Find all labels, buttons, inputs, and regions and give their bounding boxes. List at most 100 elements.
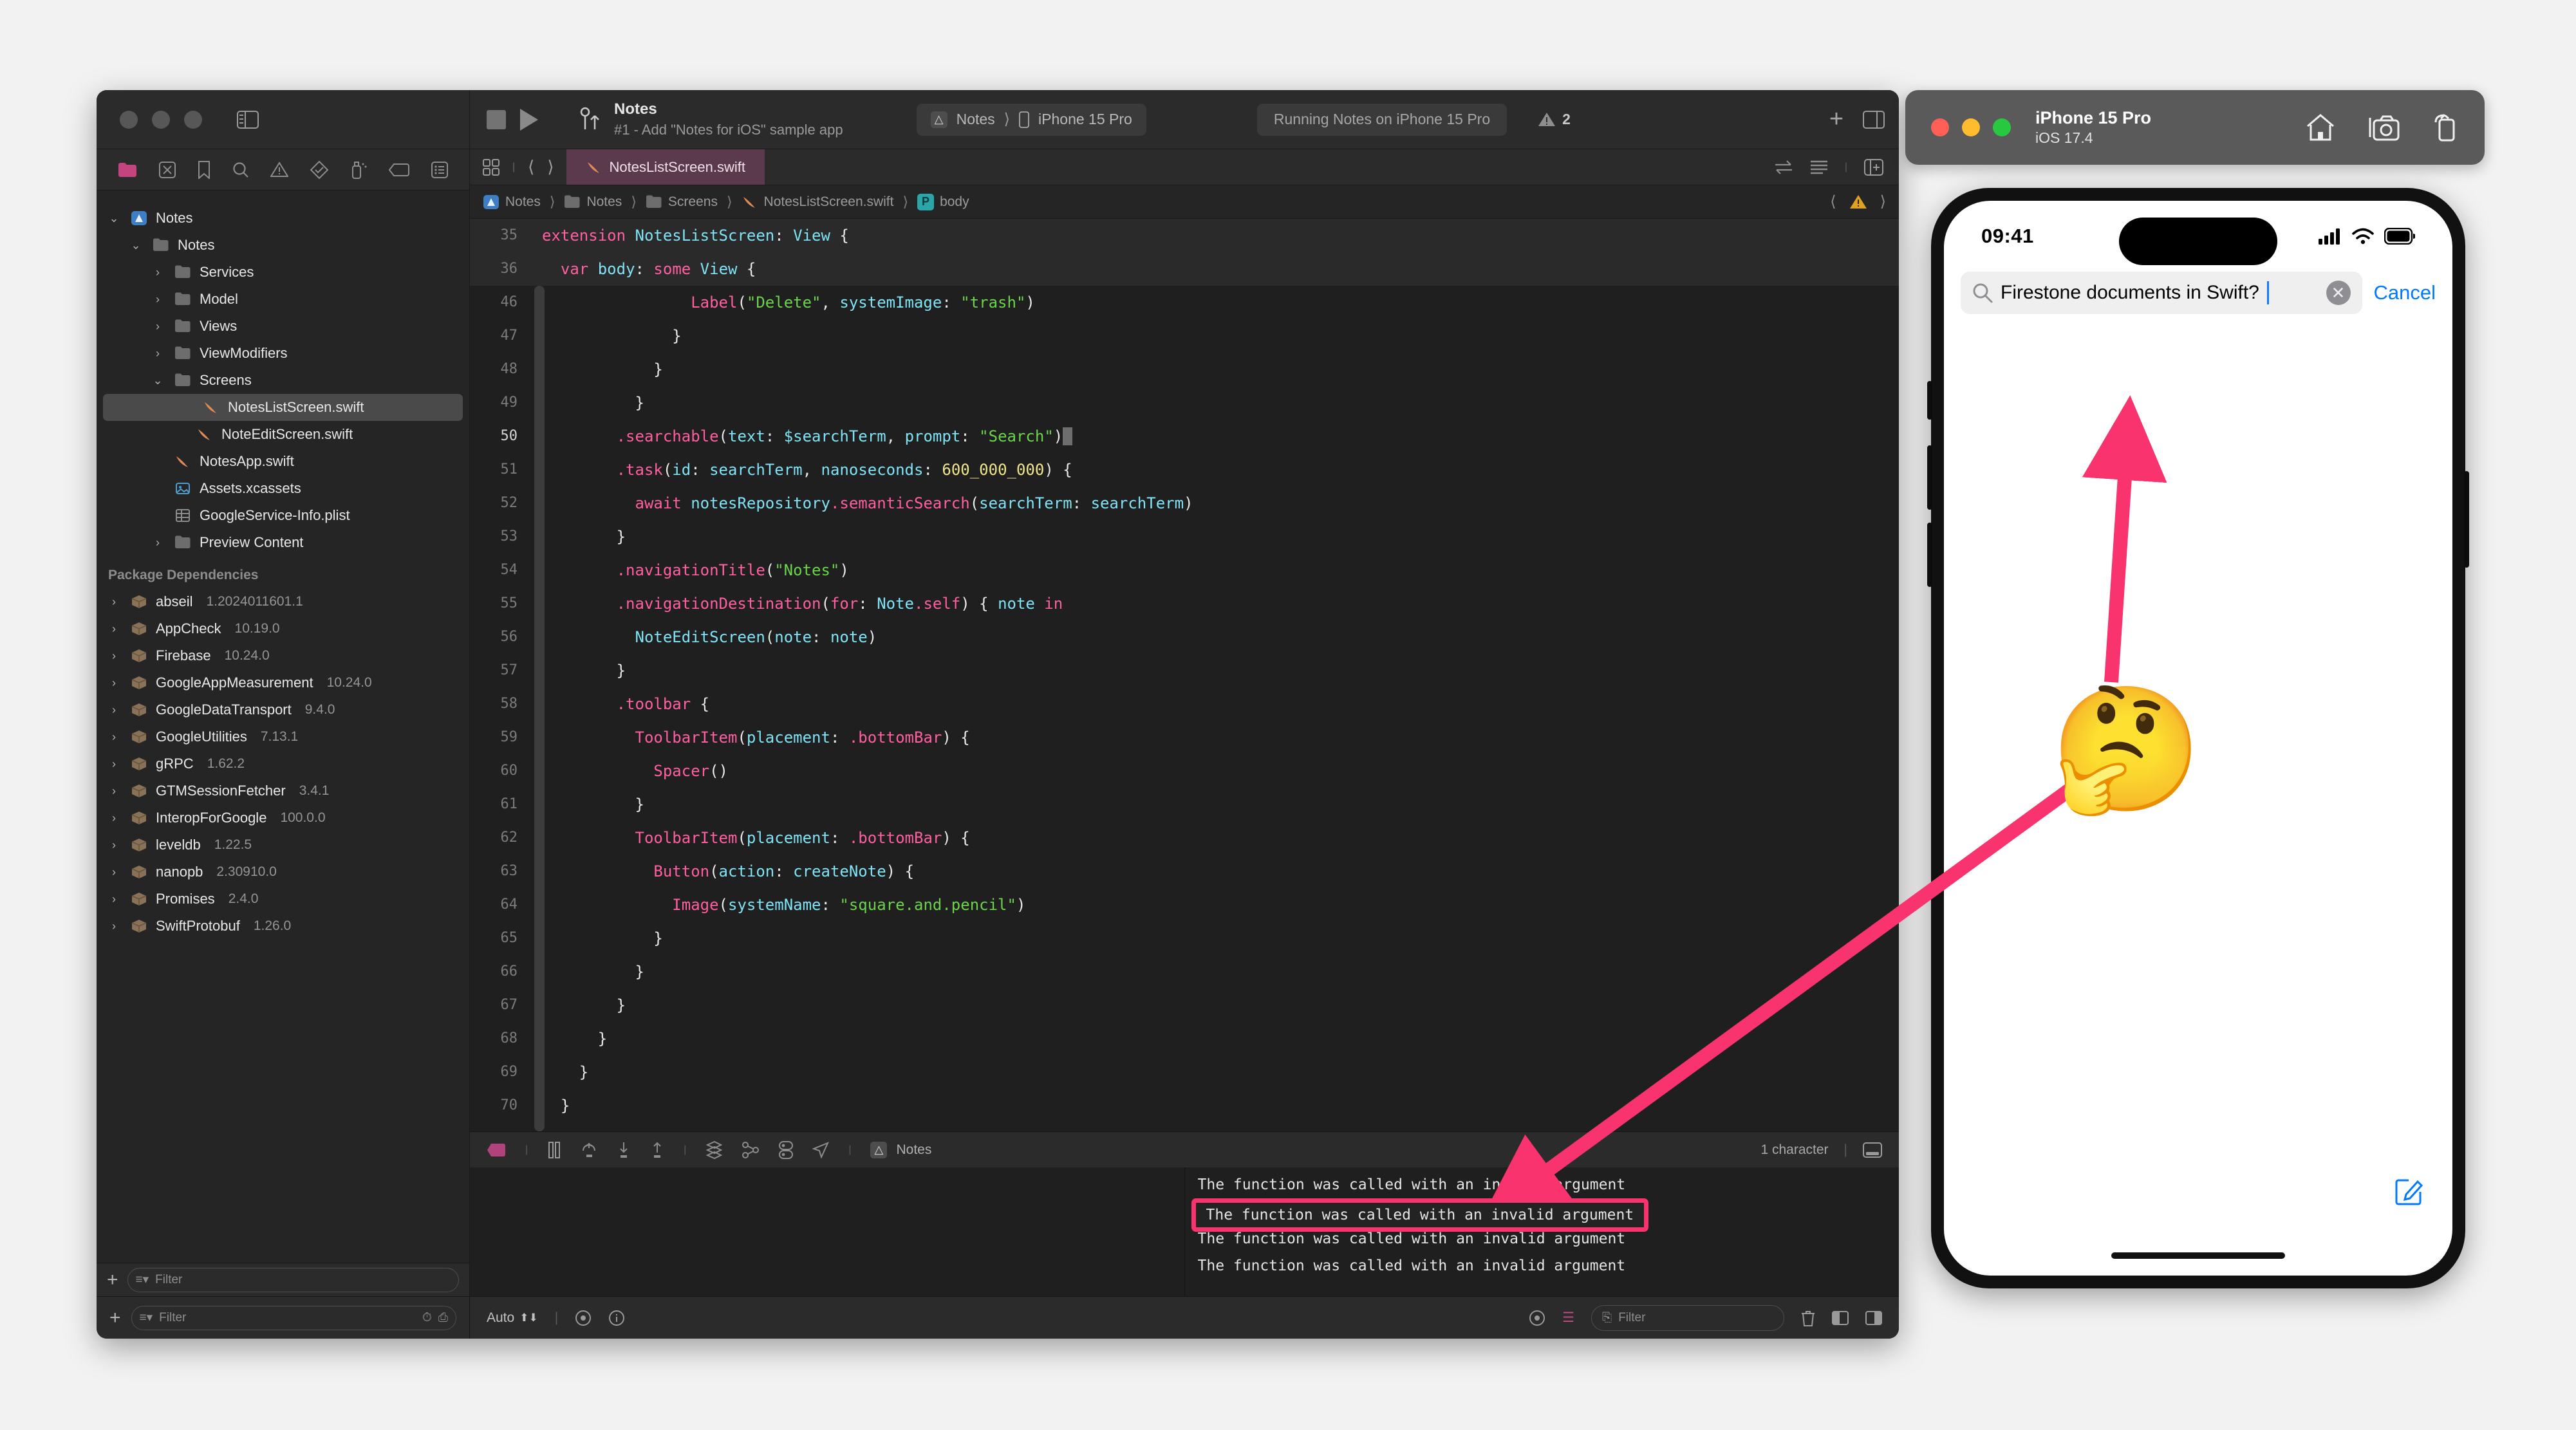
disclosure-triangle-icon[interactable]: › (106, 595, 122, 609)
cancel-button[interactable]: Cancel (2374, 281, 2436, 304)
code-line[interactable]: 56 NoteEditScreen(note: note) (470, 620, 1899, 654)
variables-view-icon[interactable] (779, 1140, 794, 1159)
package-item-swiftprotobuf[interactable]: › SwiftProtobuf 1.26.0 (97, 913, 469, 940)
package-item-grpc[interactable]: › gRPC 1.62.2 (97, 750, 469, 777)
disclosure-triangle-icon[interactable]: › (106, 757, 122, 771)
add-editor-icon[interactable]: + (1829, 106, 1843, 133)
tree-item-notes[interactable]: ⌄ Notes (97, 205, 469, 232)
chevron-left-icon[interactable]: ⟨ (528, 157, 534, 177)
code-line[interactable]: 68 } (470, 1022, 1899, 1055)
package-item-interopforgoogle[interactable]: › InteropForGoogle 100.0.0 (97, 804, 469, 831)
filter-dropdown-icon[interactable]: ≡▾ (136, 1272, 149, 1287)
tree-item-notes[interactable]: ⌄ Notes (97, 232, 469, 259)
tree-item-noteeditscreen-swift[interactable]: NoteEditScreen.swift (97, 421, 469, 448)
disclosure-triangle-icon[interactable]: › (106, 893, 122, 906)
tree-item-assets-xcassets[interactable]: Assets.xcassets (97, 475, 469, 502)
tree-item-services[interactable]: › Services (97, 259, 469, 286)
code-line[interactable]: 35 extension NotesListScreen: View { (470, 219, 1899, 252)
disclosure-triangle-icon[interactable]: › (149, 266, 166, 279)
package-item-googledatatransport[interactable]: › GoogleDataTransport 9.4.0 (97, 696, 469, 723)
disclosure-triangle-icon[interactable]: › (106, 839, 122, 852)
code-line[interactable]: 61 } (470, 788, 1899, 821)
code-line[interactable]: 69 } (470, 1055, 1899, 1089)
zoom-button[interactable] (184, 110, 202, 129)
inspector-toggle-icon[interactable] (1863, 110, 1885, 129)
pause-resume-icon[interactable] (547, 1141, 561, 1158)
code-line[interactable]: 66 } (470, 955, 1899, 989)
breadcrumb-segment-notes[interactable]: Notes (564, 194, 622, 210)
variables-pane[interactable] (470, 1167, 1185, 1296)
disclosure-triangle-icon[interactable]: ⌄ (149, 374, 166, 387)
trash-icon[interactable] (1801, 1310, 1815, 1326)
code-line[interactable]: 59 ToolbarItem(placement: .bottomBar) { (470, 721, 1899, 754)
split-right-icon[interactable] (1865, 1310, 1882, 1325)
add-editor-icon[interactable] (1864, 158, 1883, 176)
code-line[interactable]: 60 Spacer() (470, 754, 1899, 788)
code-line[interactable]: 63 Button(action: createNote) { (470, 855, 1899, 888)
disclosure-triangle-icon[interactable]: › (106, 730, 122, 744)
package-item-leveldb[interactable]: › leveldb 1.22.5 (97, 831, 469, 859)
bookmark-icon[interactable] (198, 160, 210, 179)
package-item-nanopb[interactable]: › nanopb 2.30910.0 (97, 859, 469, 886)
code-line[interactable]: 50 .searchable(text: $searchTerm, prompt… (470, 420, 1899, 453)
code-line[interactable]: 71 (470, 1122, 1899, 1131)
editor-grid-icon[interactable] (483, 158, 499, 176)
step-out-icon[interactable] (650, 1142, 664, 1158)
code-editor[interactable]: 35 extension NotesListScreen: View {36 va… (470, 219, 1899, 1131)
code-line[interactable]: 55 .navigationDestination(for: Note.self… (470, 587, 1899, 620)
package-item-abseil[interactable]: › abseil 1.2024011601.1 (97, 588, 469, 615)
debug-process-label[interactable]: △ Notes (870, 1141, 931, 1158)
eye-icon[interactable] (575, 1310, 592, 1326)
issue-navigation-controls[interactable]: ⟨ ⟩ (1830, 192, 1886, 211)
sidebar-toggle-icon[interactable] (237, 110, 259, 129)
console-filter-mode-icon[interactable]: ☰ (1562, 1310, 1574, 1326)
disclosure-triangle-icon[interactable]: › (106, 812, 122, 825)
auto-selector[interactable]: Auto ⬆⬇ (487, 1310, 538, 1326)
disclosure-triangle-icon[interactable]: › (106, 649, 122, 663)
volume-up-button[interactable] (1927, 445, 1932, 510)
code-line[interactable]: 49 } (470, 386, 1899, 420)
code-line[interactable]: 48 } (470, 353, 1899, 386)
warning-count-badge[interactable]: 2 (1538, 111, 1571, 128)
step-into-icon[interactable] (617, 1142, 631, 1158)
silent-switch[interactable] (1927, 381, 1932, 420)
tree-item-noteslistscreen-swift[interactable]: NotesListScreen.swift (103, 394, 463, 421)
tree-item-preview-content[interactable]: › Preview Content (97, 529, 469, 556)
tree-item-views[interactable]: › Views (97, 313, 469, 340)
tree-item-viewmodifiers[interactable]: › ViewModifiers (97, 340, 469, 367)
activity-status[interactable]: Running Notes on iPhone 15 Pro (1256, 103, 1507, 136)
package-item-firebase[interactable]: › Firebase 10.24.0 (97, 642, 469, 669)
breadcrumb-segment-notes[interactable]: Notes (483, 194, 541, 210)
code-line[interactable]: 65 } (470, 922, 1899, 955)
disclosure-triangle-icon[interactable]: › (106, 920, 122, 933)
disclosure-triangle-icon[interactable]: › (149, 293, 166, 306)
minimize-button[interactable] (152, 110, 170, 129)
breadcrumb-segment-body[interactable]: Pbody (917, 193, 969, 210)
recent-files-icon[interactable]: ⏱ (422, 1311, 432, 1325)
tree-item-model[interactable]: › Model (97, 286, 469, 313)
disclosure-triangle-icon[interactable]: › (106, 785, 122, 798)
package-item-promises[interactable]: › Promises 2.4.0 (97, 886, 469, 913)
chevron-right-icon[interactable]: ⟩ (547, 157, 554, 177)
breakpoint-tag-icon[interactable] (389, 163, 410, 176)
folder-icon[interactable] (118, 162, 137, 178)
code-line[interactable]: 52 await notesRepository.semanticSearch(… (470, 487, 1899, 520)
disclosure-triangle-icon[interactable]: ⌄ (127, 239, 144, 252)
disclosure-triangle-icon[interactable]: › (106, 622, 122, 636)
navigator-filter-field[interactable]: ≡▾ Filter ⏱ ⎙ (131, 1305, 456, 1330)
breakpoint-toggle-icon[interactable] (487, 1143, 506, 1157)
console-toggle-icon[interactable] (1863, 1142, 1882, 1158)
code-line[interactable]: 36 var body: some View { (470, 252, 1899, 286)
package-item-appcheck[interactable]: › AppCheck 10.19.0 (97, 615, 469, 642)
code-line[interactable]: 53 } (470, 520, 1899, 553)
simulate-location-icon[interactable] (812, 1141, 830, 1158)
package-item-googleutilities[interactable]: › GoogleUtilities 7.13.1 (97, 723, 469, 750)
tree-item-googleservice-info-plist[interactable]: GoogleService-Info.plist (97, 502, 469, 529)
source-control-icon[interactable] (158, 161, 176, 178)
home-icon[interactable] (2306, 113, 2335, 142)
window-traffic-lights[interactable] (120, 110, 202, 129)
add-file-button[interactable]: + (107, 1269, 118, 1291)
compose-icon[interactable] (2394, 1176, 2424, 1206)
disclosure-triangle-icon[interactable]: › (149, 320, 166, 333)
breadcrumb[interactable]: Notes ⟩ Notes ⟩ Screens ⟩ NotesListScreen.swif… (470, 185, 1899, 219)
